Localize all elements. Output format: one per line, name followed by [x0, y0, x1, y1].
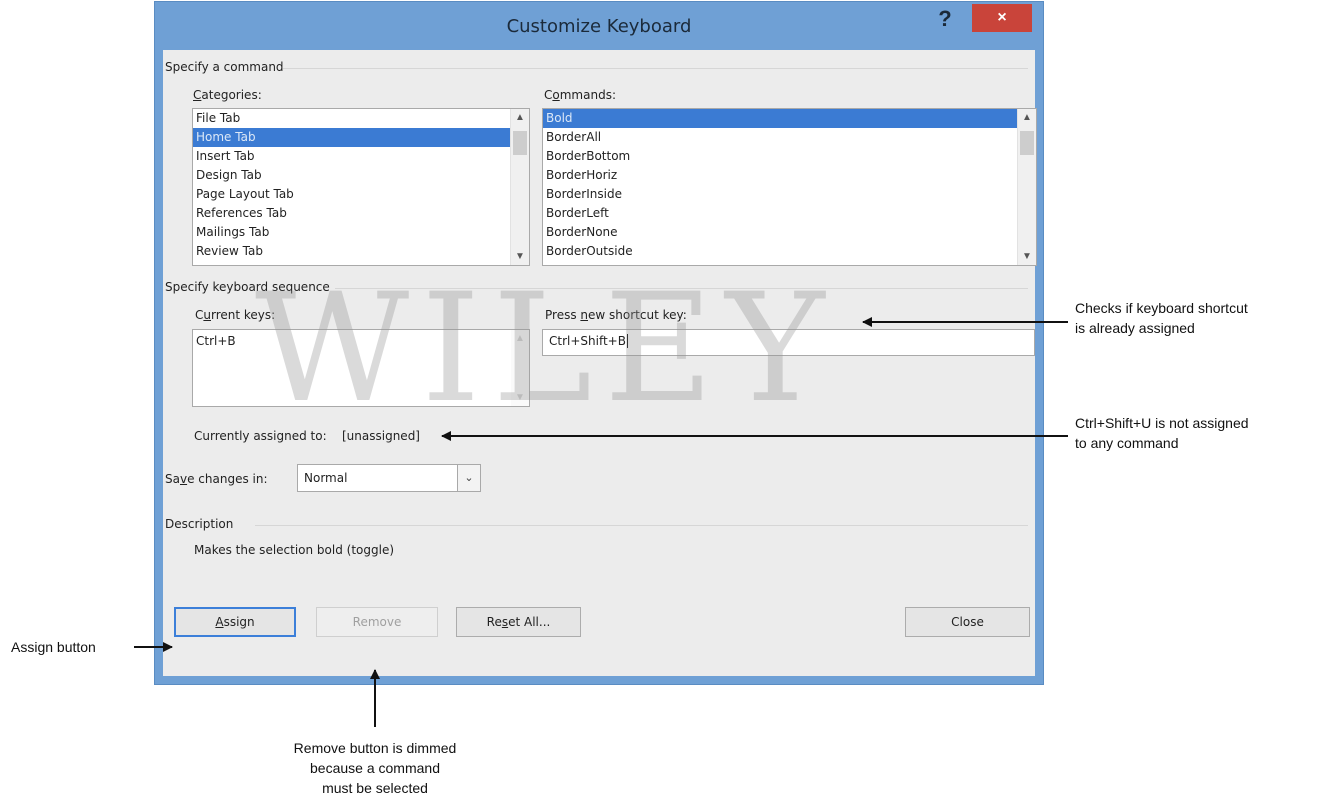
callout-remove-button: Remove button is dimmed because a comman… [293, 740, 457, 796]
callout-assign-button: Assign button [11, 639, 96, 655]
callout-checks-shortcut: Checks if keyboard shortcut is already a… [1075, 300, 1248, 336]
callout-arrows [134, 317, 1068, 727]
callout-unassigned: Ctrl+Shift+U is not assigned to any comm… [1075, 415, 1249, 451]
